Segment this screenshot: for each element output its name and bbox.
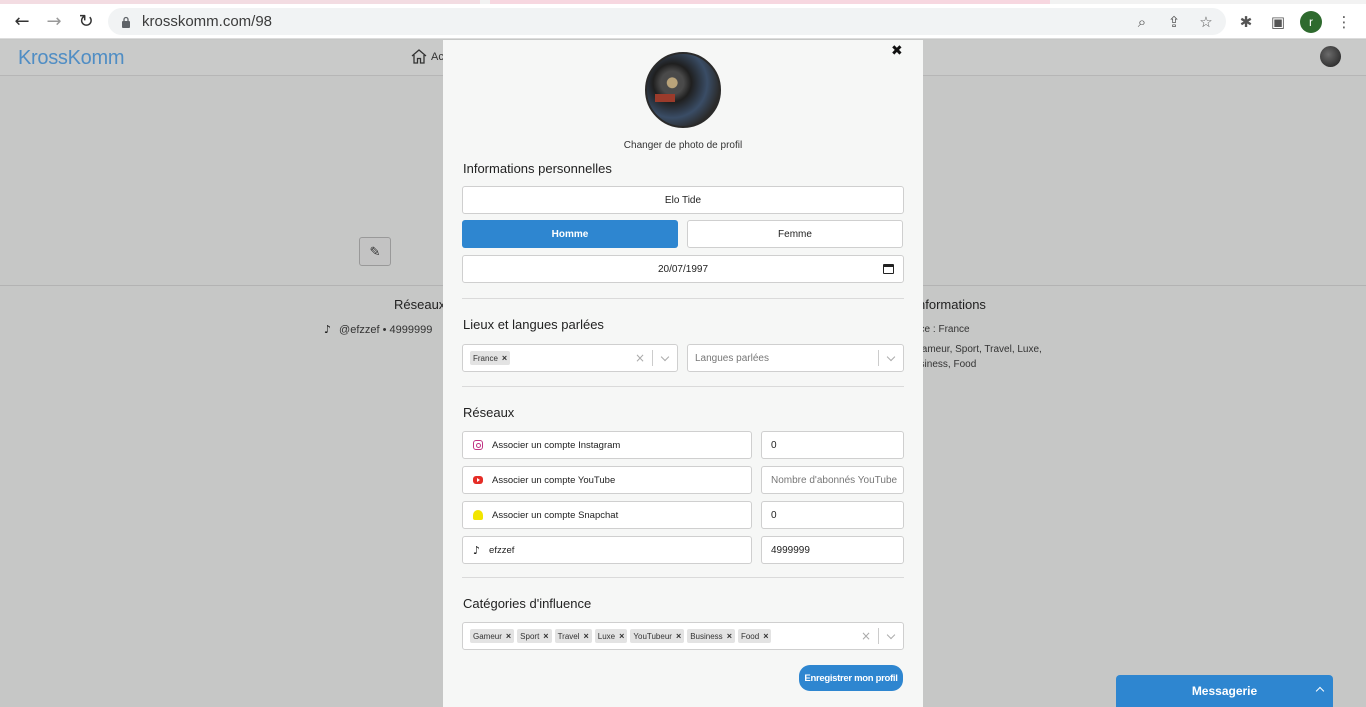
change-photo-link[interactable]: Changer de photo de profil	[443, 140, 923, 151]
category-tag: Sport ×	[517, 629, 552, 643]
youtube-label: Associer un compte YouTube	[492, 474, 616, 486]
category-tag: Gameur ×	[470, 629, 515, 643]
background-info-title: nformations	[918, 297, 986, 312]
gender-homme-button[interactable]: Homme	[462, 220, 678, 248]
tiktok-followers-input[interactable]: 4999999	[761, 536, 904, 564]
edit-profile-button[interactable]: ✎	[359, 237, 391, 266]
instagram-icon	[473, 440, 483, 450]
messagerie-label: Messagerie	[1191, 684, 1258, 698]
url-text: krosskomm.com/98	[142, 13, 273, 30]
edit-icon: ✎	[369, 243, 381, 259]
home-icon	[411, 49, 427, 64]
background-networks-title: Réseaux	[394, 297, 446, 312]
languages-placeholder: Langues parlées	[695, 352, 769, 364]
divider	[462, 577, 904, 578]
categories-select[interactable]: Gameur × Sport × Travel × Luxe × YouTubeur × …	[462, 622, 904, 650]
zoom-icon[interactable]: ⌕	[1132, 12, 1152, 32]
bookmark-star-icon[interactable]: ☆	[1196, 12, 1216, 32]
forward-icon[interactable]: →	[42, 9, 66, 33]
instagram-link-button[interactable]: Associer un compte Instagram	[462, 431, 752, 459]
networks-title: Réseaux	[463, 405, 515, 420]
gender-femme-button[interactable]: Femme	[687, 220, 903, 248]
snapchat-followers-input[interactable]: 0	[761, 501, 904, 529]
name-input[interactable]: Elo Tide	[462, 186, 904, 214]
address-bar[interactable]: krosskomm.com/98 ⌕ ⇪ ☆	[108, 8, 1226, 35]
clear-icon[interactable]: ×	[854, 629, 878, 643]
categories-title: Catégories d'influence	[463, 596, 592, 611]
remove-tag-icon[interactable]: ×	[543, 631, 548, 641]
back-icon[interactable]: ←	[10, 9, 34, 33]
chevron-up-icon[interactable]	[1315, 686, 1325, 696]
places-languages-title: Lieux et langues parlées	[463, 317, 604, 332]
background-tiktok-item: ♪ @efzzef • 4999999	[324, 323, 432, 336]
tiktok-account-input[interactable]: ♪ efzzef	[462, 536, 752, 564]
site-logo[interactable]: KrossKomm	[18, 47, 125, 70]
remove-tag-icon[interactable]: ×	[584, 631, 589, 641]
lock-icon	[122, 16, 130, 28]
calendar-icon[interactable]	[883, 264, 894, 274]
nav-home[interactable]: Ac	[411, 49, 444, 64]
remove-tag-icon[interactable]: ×	[619, 631, 624, 641]
close-icon[interactable]: ✖	[891, 43, 903, 59]
divider	[462, 298, 904, 299]
menu-dots-icon[interactable]: ⋮	[1334, 12, 1354, 32]
birthdate-input[interactable]: 20/07/1997	[462, 255, 904, 283]
snapchat-link-button[interactable]: Associer un compte Snapchat	[462, 501, 752, 529]
remove-tag-icon[interactable]: ×	[727, 631, 732, 641]
languages-select[interactable]: Langues parlées	[687, 344, 904, 372]
category-tag: Food ×	[737, 629, 772, 643]
youtube-followers-input[interactable]: Nombre d'abonnés YouTube	[761, 466, 904, 494]
country-select[interactable]: France × ×	[462, 344, 678, 372]
tiktok-icon: ♪	[473, 543, 481, 557]
remove-tag-icon[interactable]: ×	[676, 631, 681, 641]
chevron-down-icon[interactable]	[879, 352, 903, 361]
clear-icon[interactable]: ×	[628, 351, 652, 365]
background-info-categories: Gameur, Sport, Travel, Luxe, usiness, Fo…	[914, 344, 1042, 370]
remove-tag-icon[interactable]: ×	[763, 631, 768, 641]
category-tag: Business ×	[687, 629, 735, 643]
nav-home-label: Ac	[431, 50, 444, 63]
category-tag: YouTubeur ×	[630, 629, 685, 643]
messagerie-widget[interactable]: Messagerie	[1116, 675, 1333, 707]
youtube-link-button[interactable]: Associer un compte YouTube	[462, 466, 752, 494]
browser-profile-avatar[interactable]: r	[1300, 11, 1322, 33]
instagram-followers-input[interactable]: 0	[761, 431, 904, 459]
browser-toolbar: ← → ↻ krosskomm.com/98 ⌕ ⇪ ☆ ✱ ▣ r ⋮	[0, 4, 1366, 39]
share-icon[interactable]: ⇪	[1164, 12, 1184, 32]
chevron-down-icon[interactable]	[653, 352, 677, 361]
snapchat-label: Associer un compte Snapchat	[492, 509, 619, 521]
personal-info-title: Informations personnelles	[463, 161, 612, 176]
divider	[462, 386, 904, 387]
reload-icon[interactable]: ↻	[74, 9, 98, 33]
profile-photo[interactable]	[645, 52, 721, 128]
chevron-down-icon[interactable]	[879, 630, 903, 639]
user-avatar[interactable]	[1320, 46, 1341, 67]
category-tag: Luxe ×	[594, 629, 628, 643]
edit-profile-modal: ✖ Changer de photo de profil Information…	[443, 40, 923, 707]
tiktok-icon: ♪	[324, 323, 332, 336]
category-tag: Travel ×	[554, 629, 592, 643]
side-panel-icon[interactable]: ▣	[1268, 12, 1288, 32]
extensions-puzzle-icon[interactable]: ✱	[1236, 12, 1256, 32]
remove-tag-icon[interactable]: ×	[506, 631, 511, 641]
tiktok-username: efzzef	[489, 544, 515, 556]
remove-tag-icon[interactable]: ×	[502, 353, 507, 363]
birthdate-value: 20/07/1997	[657, 263, 709, 275]
snapchat-icon	[473, 510, 483, 520]
background-tiktok-text: @efzzef • 4999999	[339, 323, 433, 336]
country-tag: France ×	[470, 351, 511, 365]
save-profile-button[interactable]: Enregistrer mon profil	[799, 665, 903, 691]
instagram-label: Associer un compte Instagram	[492, 439, 621, 451]
youtube-icon	[473, 476, 483, 484]
